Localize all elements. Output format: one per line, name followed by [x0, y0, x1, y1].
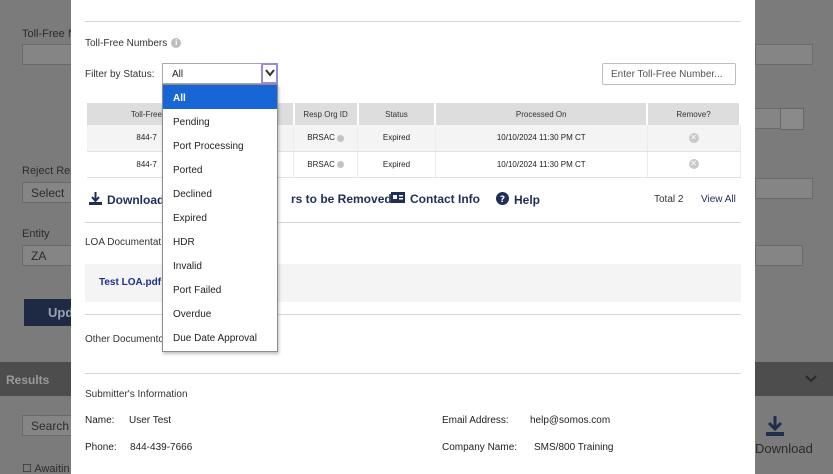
- toll-free-numbers-title: Toll-Free Numbers i: [85, 38, 182, 49]
- status-cell: Expired: [357, 125, 436, 152]
- help-icon: ?: [496, 192, 509, 208]
- right-select-2[interactable]: [755, 178, 813, 199]
- search-input[interactable]: Search: [22, 415, 72, 436]
- info-icon[interactable]: [336, 134, 344, 142]
- phone-label: Phone:: [85, 442, 117, 453]
- loa-documentation-title: LOA Documentat: [85, 237, 162, 248]
- remove-cell: ✕: [647, 125, 741, 152]
- view-all-link[interactable]: View All: [701, 194, 736, 205]
- results-label: Results: [6, 373, 50, 387]
- dropdown-option-invalid[interactable]: Invalid: [163, 253, 277, 277]
- status-cell: Expired: [357, 151, 436, 178]
- info-icon[interactable]: i: [171, 38, 182, 49]
- submitter-info-title: Submitter's Information: [85, 389, 188, 400]
- processed-on-cell: 10/10/2024 11:30 PM CT: [435, 151, 648, 178]
- dropdown-option-due-date-approval[interactable]: Due Date Approval: [163, 325, 277, 349]
- right-select[interactable]: [755, 44, 813, 65]
- dropdown-option-all[interactable]: All: [163, 85, 277, 109]
- divider: [85, 21, 741, 22]
- contact-card-icon: [391, 192, 405, 206]
- download-link[interactable]: Download: [89, 192, 164, 208]
- remove-icon[interactable]: ✕: [688, 159, 699, 169]
- dropdown-option-overdue[interactable]: Overdue: [163, 301, 277, 325]
- remove-cell: ✕: [647, 151, 741, 178]
- calendar-icon[interactable]: [780, 108, 804, 130]
- name-value: User Test: [129, 415, 172, 426]
- dropdown-option-port-processing[interactable]: Port Processing: [163, 133, 277, 157]
- toll-free-field[interactable]: [22, 44, 72, 65]
- status-dropdown-list: All Pending Port Processing Ported Decli…: [162, 84, 278, 352]
- svg-text:?: ?: [500, 195, 505, 205]
- help-link[interactable]: ? Help: [496, 192, 540, 208]
- dropdown-option-expired[interactable]: Expired: [163, 205, 277, 229]
- contact-info-link[interactable]: Contact Info: [391, 192, 480, 206]
- download-icon[interactable]: [764, 414, 786, 438]
- resp-org-cell: BRSAC: [293, 125, 359, 152]
- download-icon: [89, 192, 102, 208]
- right-field-3[interactable]: [755, 245, 803, 266]
- email-value: help@somos.com: [530, 415, 611, 426]
- total-count: Total 2: [654, 194, 684, 205]
- filter-status-value: All: [172, 69, 184, 80]
- col-processed-on[interactable]: Processed On: [435, 103, 649, 125]
- company-value: SMS/800 Training: [534, 442, 614, 453]
- reject-reason-select[interactable]: Select: [22, 182, 72, 203]
- dropdown-option-hdr[interactable]: HDR: [163, 229, 277, 253]
- name-label: Name:: [85, 415, 115, 426]
- reject-reason-label: Reject Rea: [22, 165, 77, 177]
- toll-free-number-input[interactable]: Enter Toll-Free Number...: [602, 63, 736, 85]
- divider: [85, 373, 741, 374]
- numbers-to-be-removed-link[interactable]: rs to be Removed: [291, 192, 392, 206]
- company-label: Company Name:: [442, 442, 518, 453]
- info-icon[interactable]: [336, 160, 344, 168]
- chevron-down-icon[interactable]: [261, 63, 278, 84]
- download-label[interactable]: Download: [755, 441, 813, 456]
- col-remove: Remove?: [647, 103, 741, 125]
- processed-on-cell: 10/10/2024 11:30 PM CT: [435, 125, 648, 152]
- col-resp-org[interactable]: Resp Org ID: [293, 103, 359, 125]
- remove-icon[interactable]: ✕: [688, 132, 699, 143]
- filter-status-label: Filter by Status:: [85, 69, 155, 80]
- dropdown-option-port-failed[interactable]: Port Failed: [163, 277, 277, 301]
- entity-field[interactable]: ZA: [22, 245, 72, 266]
- col-status[interactable]: Status: [357, 103, 437, 125]
- chevron-down-icon[interactable]: [805, 370, 817, 386]
- dropdown-option-pending[interactable]: Pending: [163, 109, 277, 133]
- resp-org-cell: BRSAC: [293, 151, 359, 178]
- phone-value: 844-439-7666: [130, 442, 193, 453]
- filter-status-select[interactable]: All: [162, 63, 278, 84]
- awaiting-checkbox-label[interactable]: ☐ Awaitin: [22, 462, 70, 474]
- loa-file-link[interactable]: Test LOA.pdf: [99, 277, 161, 288]
- dropdown-option-ported[interactable]: Ported: [163, 157, 277, 181]
- toll-free-label: Toll-Free N: [22, 28, 76, 40]
- entity-label: Entity: [22, 228, 50, 240]
- other-documents-title: Other Documento: [85, 334, 164, 345]
- email-label: Email Address:: [442, 415, 509, 426]
- dropdown-option-declined[interactable]: Declined: [163, 181, 277, 205]
